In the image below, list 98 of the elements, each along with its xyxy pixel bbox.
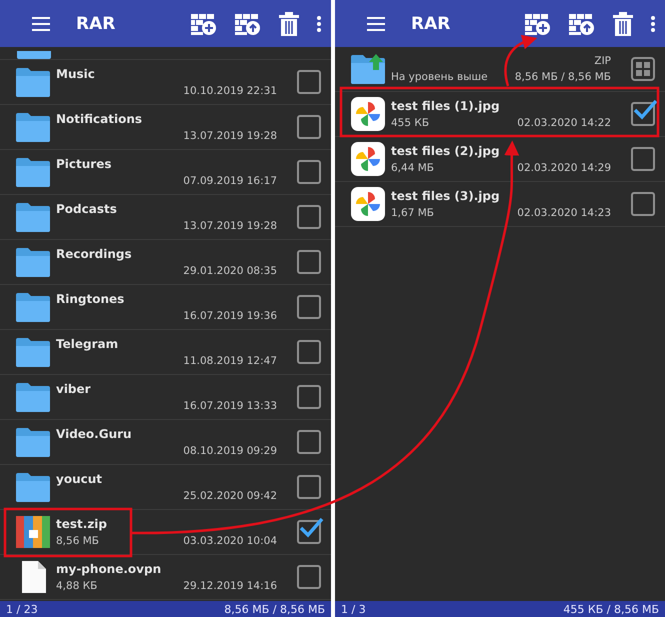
file-name[interactable]: Podcasts: [56, 202, 291, 216]
folder-icon: [16, 337, 50, 367]
file-name[interactable]: Pictures: [56, 157, 291, 171]
archive-type: ZIP: [594, 55, 611, 67]
checkbox[interactable]: [297, 205, 321, 229]
folder-icon: [16, 67, 50, 97]
checkbox[interactable]: [297, 565, 321, 589]
archive-size: 8,56 МБ / 8,56 МБ: [514, 71, 611, 83]
folder-icon: [16, 472, 50, 502]
menu-button[interactable]: [367, 16, 385, 30]
checkbox[interactable]: [631, 192, 655, 216]
file-size: 455 КБ: [391, 117, 430, 129]
pinwheel-icon: [351, 187, 385, 221]
folder-icon: [16, 247, 50, 277]
file-size: 4,88 КБ: [56, 580, 98, 592]
add-archive-button[interactable]: [525, 12, 551, 34]
delete-button[interactable]: [613, 12, 633, 36]
more-icon: [317, 16, 321, 32]
folder-icon: [16, 202, 50, 232]
file-name[interactable]: test files (3).jpg: [391, 189, 625, 203]
trash-icon: [613, 12, 633, 36]
file-name[interactable]: Music: [56, 67, 291, 81]
file-date: 16.07.2019 13:33: [183, 400, 277, 412]
file-name[interactable]: test files (1).jpg: [391, 99, 625, 113]
checkbox[interactable]: [297, 340, 321, 364]
delete-button[interactable]: [279, 12, 299, 36]
selection-size: 8,56 МБ / 8,56 МБ: [224, 602, 325, 616]
file-date: 02.03.2020 14:22: [517, 117, 611, 129]
file-name[interactable]: Notifications: [56, 112, 291, 126]
file-date: 02.03.2020 14:23: [517, 207, 611, 219]
checkbox[interactable]: [297, 115, 321, 139]
pinwheel-icon: [351, 142, 385, 176]
checkbox[interactable]: [297, 430, 321, 454]
checkbox[interactable]: [297, 475, 321, 499]
menu-icon: [367, 16, 385, 30]
checkbox[interactable]: [297, 160, 321, 184]
add-archive-button[interactable]: [191, 12, 217, 34]
archive-add-icon: [525, 12, 551, 34]
folder-icon: [16, 427, 50, 457]
trash-icon: [279, 12, 299, 36]
extract-button[interactable]: [569, 12, 595, 34]
file-size: 6,44 МБ: [391, 162, 434, 174]
item-count: 1 / 23: [6, 602, 38, 616]
annotation-arrow: [504, 35, 538, 86]
file-name[interactable]: Ringtones: [56, 292, 291, 306]
file-name[interactable]: viber: [56, 382, 291, 396]
file-size: 1,67 МБ: [391, 207, 434, 219]
grid-icon[interactable]: [631, 57, 655, 81]
more-button[interactable]: [651, 16, 655, 32]
file-date: 16.07.2019 19:36: [183, 310, 277, 322]
extract-button[interactable]: [235, 12, 261, 34]
item-count: 1 / 3: [341, 602, 366, 616]
menu-icon: [32, 16, 50, 30]
file-date: 29.12.2019 14:16: [183, 580, 277, 592]
file-date: 11.08.2019 12:47: [183, 355, 277, 367]
file-name[interactable]: Recordings: [56, 247, 291, 261]
file-date: 29.01.2020 08:35: [183, 265, 277, 277]
pinwheel-icon: [351, 97, 385, 131]
file-name[interactable]: test.zip: [56, 517, 291, 531]
file-date: 07.09.2019 16:17: [183, 175, 277, 187]
file-date: 03.03.2020 10:04: [183, 535, 277, 547]
parent-folder-row[interactable]: ZIP На уровень выше 8,56 МБ / 8,56 МБ: [335, 47, 665, 92]
file-name[interactable]: youcut: [56, 472, 291, 486]
file-size: 8,56 МБ: [56, 535, 99, 547]
checkbox[interactable]: [297, 385, 321, 409]
checkbox[interactable]: [297, 295, 321, 319]
archive-add-icon: [191, 12, 217, 34]
folder-icon: [17, 51, 51, 59]
file-name[interactable]: test files (2).jpg: [391, 144, 625, 158]
file-date: 13.07.2019 19:28: [183, 130, 277, 142]
app-title: RAR: [411, 14, 452, 34]
file-name[interactable]: Video.Guru: [56, 427, 291, 441]
file-date: 25.02.2020 09:42: [183, 490, 277, 502]
folder-icon: [16, 112, 50, 142]
app-title: RAR: [76, 14, 116, 34]
file-date: 13.07.2019 19:28: [183, 220, 277, 232]
menu-button[interactable]: [32, 16, 50, 30]
folder-icon: [16, 292, 50, 322]
archive-icon: [16, 516, 50, 548]
file-date: 10.10.2019 22:31: [183, 85, 277, 97]
more-icon: [651, 16, 655, 32]
checkbox[interactable]: [297, 250, 321, 274]
file-name[interactable]: Telegram: [56, 337, 291, 351]
checkbox[interactable]: [297, 70, 321, 94]
folder-up-icon: [351, 54, 385, 84]
folder-icon: [16, 382, 50, 412]
archive-extract-icon: [235, 12, 261, 34]
checkbox[interactable]: [631, 147, 655, 171]
file-date: 02.03.2020 14:29: [517, 162, 611, 174]
file-name[interactable]: my-phone.ovpn: [56, 562, 291, 576]
checkbox[interactable]: [631, 102, 655, 126]
archive-extract-icon: [569, 12, 595, 34]
selection-size: 455 КБ / 8,56 МБ: [563, 602, 659, 616]
file-date: 08.10.2019 09:29: [183, 445, 277, 457]
checkbox[interactable]: [297, 520, 321, 544]
more-button[interactable]: [317, 16, 321, 32]
folder-icon: [16, 157, 50, 187]
parent-folder-label: На уровень выше: [391, 71, 488, 83]
